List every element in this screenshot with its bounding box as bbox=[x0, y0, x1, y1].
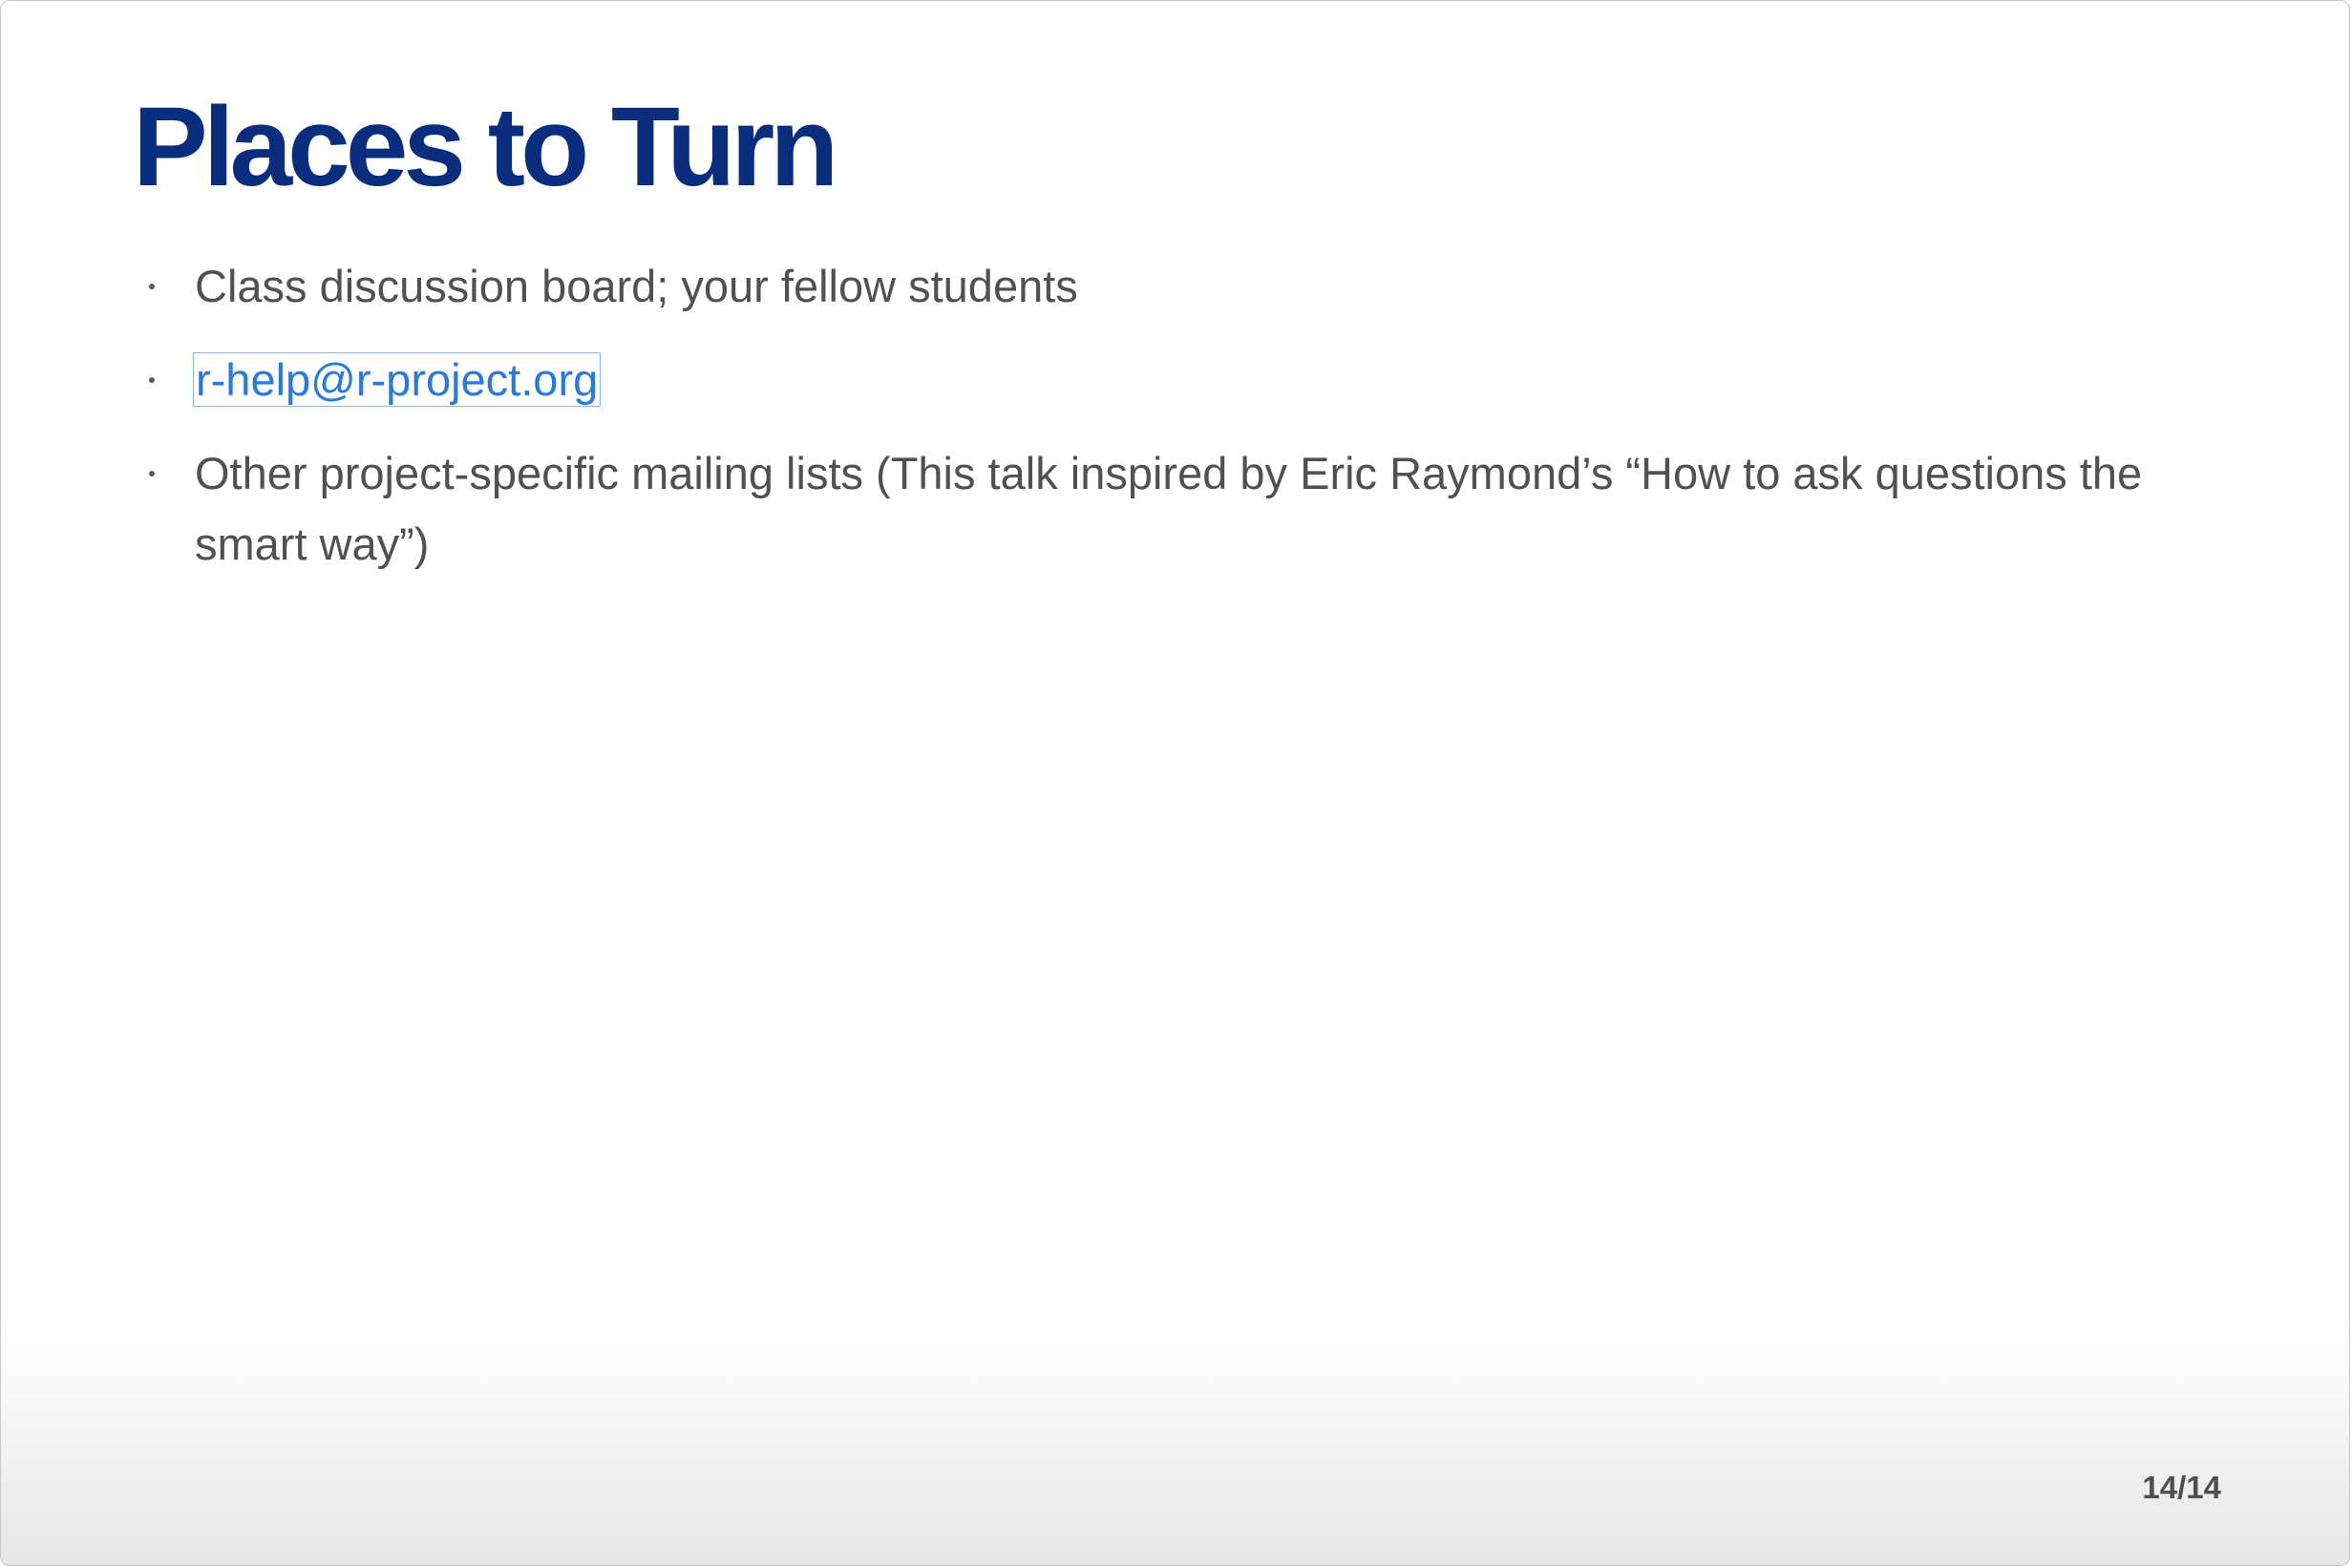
bullet-text: Other project-specific mailing lists (Th… bbox=[195, 448, 2143, 569]
page-number: 14/14 bbox=[2142, 1470, 2221, 1505]
bullet-text: Class discussion board; your fellow stud… bbox=[195, 261, 1078, 311]
bullet-dot-icon bbox=[149, 471, 155, 477]
bullet-dot-icon bbox=[149, 377, 155, 383]
list-item: Class discussion board; your fellow stud… bbox=[1, 251, 2349, 322]
slide-title: Places to Turn bbox=[133, 84, 838, 210]
slide: Places to Turn Class discussion board; y… bbox=[0, 0, 2350, 1566]
list-item: r-help@r-project.org bbox=[1, 345, 2349, 415]
list-item: Other project-specific mailing lists (Th… bbox=[1, 438, 2349, 580]
mailing-list-link[interactable]: r-help@r-project.org bbox=[192, 352, 602, 407]
bullet-list: Class discussion board; your fellow stud… bbox=[1, 251, 2349, 603]
bullet-dot-icon bbox=[149, 284, 155, 289]
